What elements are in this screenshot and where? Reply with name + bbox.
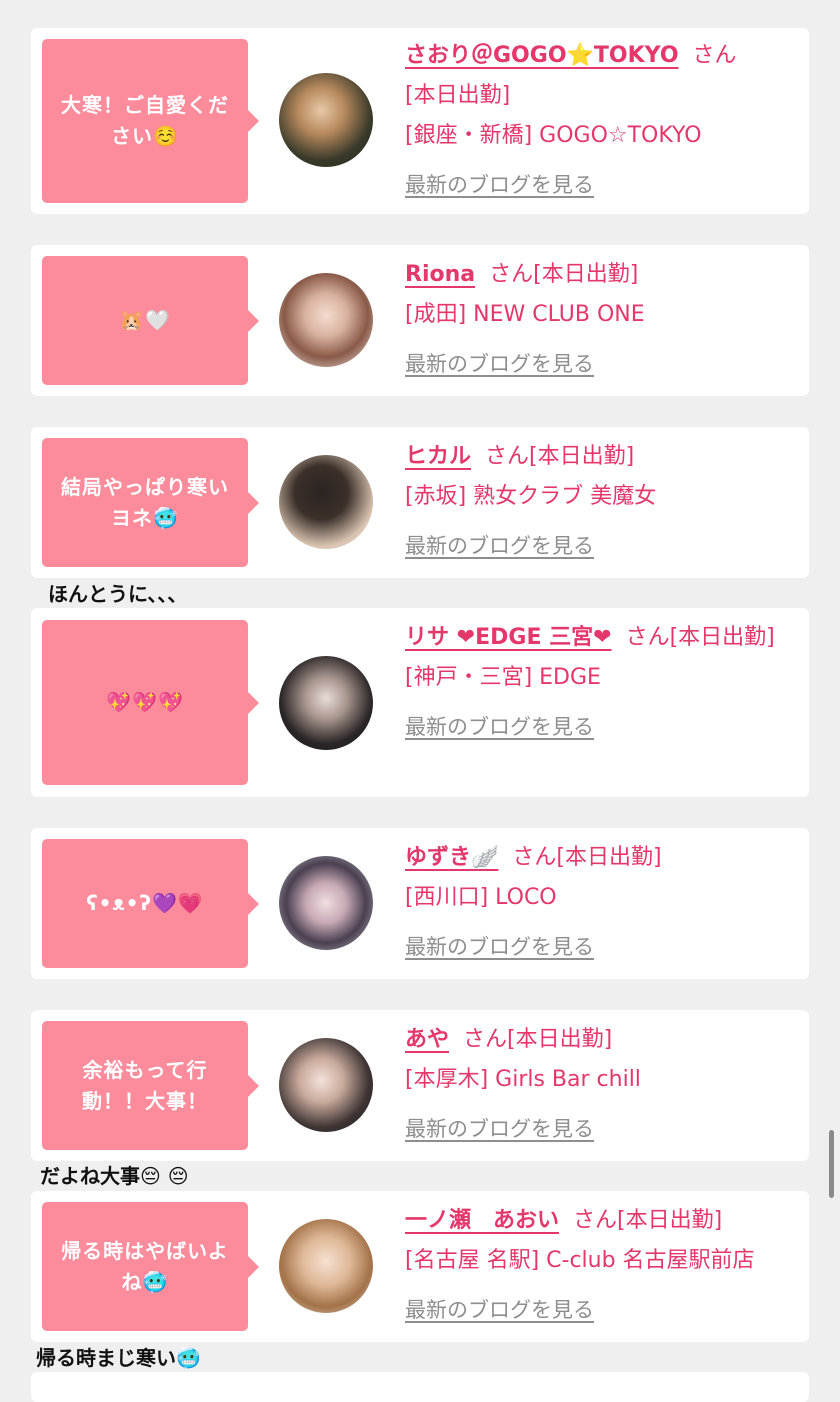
post-info: Riona さん[本日出勤] [成田] NEW CLUB ONE 最新のブログを… [405,255,800,384]
location-text: [西川口] LOCO [405,885,557,910]
honorific: さん[本日出勤] [489,262,639,287]
blog-link[interactable]: 最新のブログを見る [405,1290,800,1330]
blog-link[interactable]: 最新のブログを見る [405,707,800,747]
message-bubble: ʕ•ᴥ•ʔ💜💗 [42,839,259,968]
post-card: 帰る時はやばいよね🥶 一ノ瀬 あおい さん[本日出勤] [名古屋 名駅] C-c… [31,1191,809,1342]
girl-name-link[interactable]: リサ ❤EDGE 三宮❤ [405,625,612,650]
post-info: ヒカル さん[本日出勤] [赤坂] 熟女クラブ 美魔女 最新のブログを見る [405,437,800,566]
status-text: [本日出勤] [405,83,511,108]
post-info: 一ノ瀬 あおい さん[本日出勤] [名古屋 名駅] C-club 名古屋駅前店 … [405,1201,800,1330]
bubble-emoji: 💖💖💖 [106,690,184,714]
blog-link[interactable]: 最新のブログを見る [405,927,800,967]
honorific: さん[本日出勤] [463,1027,613,1052]
message-bubble: 🐹🤍 [42,256,259,385]
message-bubble: 💖💖💖 [42,620,259,785]
post-info: あや さん[本日出勤] [本厚木] Girls Bar chill 最新のブログ… [405,1020,800,1149]
bubble-emoji: 🐹🤍 [119,308,171,332]
girl-name-link[interactable]: 一ノ瀬 あおい [405,1208,559,1233]
honorific: さん [692,43,737,68]
bubble-text: ʕ•ᴥ•ʔ [86,891,152,915]
bubble-emoji: 🥶 [142,1269,169,1294]
bubble-text: 余裕もって行動！！大事！ [82,1057,208,1113]
girl-name-link[interactable]: あや [405,1027,449,1052]
post-card-partial [31,1372,809,1402]
honorific: さん[本日出勤] [485,444,635,469]
avatar[interactable] [279,856,373,950]
location-text: [銀座・新橋] GOGO☆TOKYO [405,123,702,148]
location-text: [成田] NEW CLUB ONE [405,302,645,327]
message-bubble: 結局やっぱり寒いヨネ🥶 [42,438,259,567]
avatar[interactable] [279,656,373,750]
avatar[interactable] [279,1038,373,1132]
scrollbar-thumb[interactable] [829,1130,834,1198]
post-card: 大寒！ご自愛ください☺️ さおり＠GOGO⭐️TOKYO さん [本日出勤] [… [31,28,809,214]
location-text: [本厚木] Girls Bar chill [405,1067,641,1092]
post-card: ʕ•ᴥ•ʔ💜💗 ゆずき🪽 さん[本日出勤] [西川口] LOCO 最新のブログを… [31,828,809,979]
bubble-emoji: 💜💗 [151,891,204,915]
post-card: 🐹🤍 Riona さん[本日出勤] [成田] NEW CLUB ONE 最新のブ… [31,245,809,396]
avatar[interactable] [279,1219,373,1313]
message-bubble: 帰る時はやばいよね🥶 [42,1202,259,1331]
girl-name-link[interactable]: ゆずき🪽 [405,845,498,870]
girl-name-link[interactable]: さおり＠GOGO⭐️TOKYO [405,43,679,68]
reply-comment: 帰る時まじ寒い🥶 [36,1346,201,1370]
blog-link[interactable]: 最新のブログを見る [405,165,800,205]
post-info: リサ ❤EDGE 三宮❤ さん[本日出勤] [神戸・三宮] EDGE 最新のブロ… [405,618,800,747]
post-card: 結局やっぱり寒いヨネ🥶 ヒカル さん[本日出勤] [赤坂] 熟女クラブ 美魔女 … [31,427,809,578]
message-bubble: 大寒！ご自愛ください☺️ [42,39,259,203]
location-text: [神戸・三宮] EDGE [405,665,601,690]
blog-link[interactable]: 最新のブログを見る [405,1109,800,1149]
blog-link[interactable]: 最新のブログを見る [405,526,800,566]
location-text: [名古屋 名駅] C-club 名古屋駅前店 [405,1248,755,1273]
avatar[interactable] [279,273,373,367]
message-bubble: 余裕もって行動！！大事！ [42,1021,259,1150]
reply-comment: ほんとうに、、、 [48,582,188,606]
bubble-emoji: ☺️ [153,124,179,148]
post-info: さおり＠GOGO⭐️TOKYO さん [本日出勤] [銀座・新橋] GOGO☆T… [405,36,800,205]
bubble-text: 結局やっぱり寒いヨネ [61,474,229,530]
honorific: さん[本日出勤] [512,845,662,870]
bubble-emoji: 🥶 [153,505,179,530]
reply-comment: だよね大事😔 😔 [40,1164,189,1188]
avatar[interactable] [279,455,373,549]
post-info: ゆずき🪽 さん[本日出勤] [西川口] LOCO 最新のブログを見る [405,838,800,967]
blog-link[interactable]: 最新のブログを見る [405,344,800,384]
bubble-text: 大寒！ご自愛ください [61,93,229,148]
avatar[interactable] [279,73,373,167]
honorific: さん[本日出勤] [625,625,775,650]
location-text: [赤坂] 熟女クラブ 美魔女 [405,484,657,509]
post-card: 💖💖💖 リサ ❤EDGE 三宮❤ さん[本日出勤] [神戸・三宮] EDGE 最… [31,608,809,797]
honorific: さん[本日出勤] [573,1208,723,1233]
girl-name-link[interactable]: ヒカル [405,444,471,469]
post-card: 余裕もって行動！！大事！ あや さん[本日出勤] [本厚木] Girls Bar… [31,1010,809,1161]
girl-name-link[interactable]: Riona [405,262,475,287]
